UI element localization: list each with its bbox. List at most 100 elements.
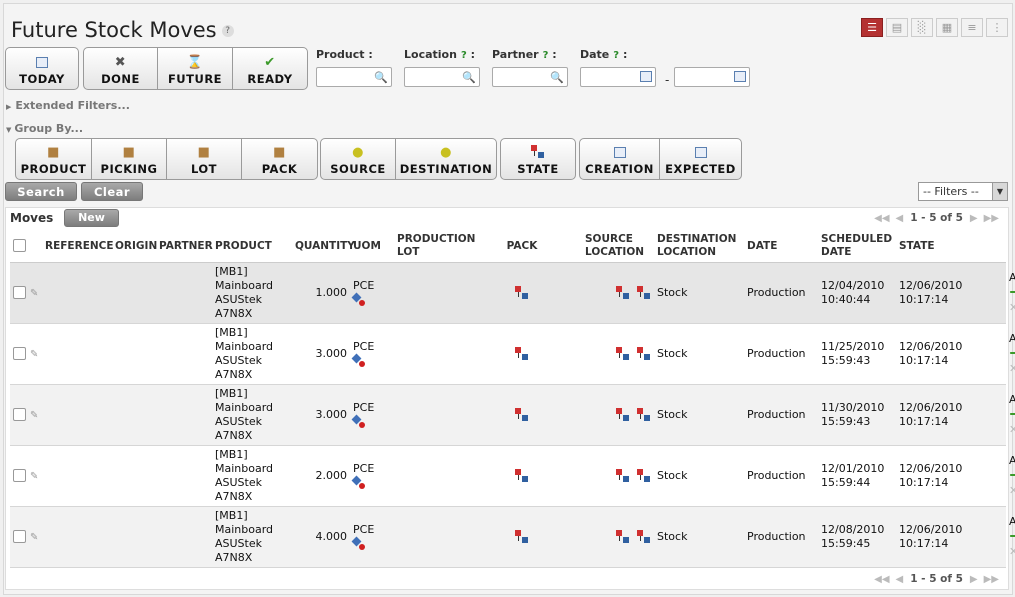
- group-by-expected-button[interactable]: EXPECTED: [660, 139, 741, 179]
- edit-icon[interactable]: ✎: [30, 532, 38, 543]
- process-arrow-icon[interactable]: ➜: [1009, 404, 1015, 423]
- col-product[interactable]: PRODUCT: [212, 230, 292, 263]
- move-icon[interactable]: [616, 347, 630, 361]
- last-page-icon[interactable]: ▶▶: [984, 574, 999, 585]
- group-by-destination-button[interactable]: ● DESTINATION: [396, 139, 496, 179]
- col-partner[interactable]: PARTNER: [156, 230, 213, 263]
- group-by-picking-button[interactable]: ■ PICKING: [92, 139, 167, 179]
- col-scheduled-date[interactable]: SCHEDULED DATE: [818, 230, 896, 263]
- change-uom-icon[interactable]: [351, 414, 367, 429]
- group-by-state-button[interactable]: STATE: [501, 139, 575, 179]
- delete-icon[interactable]: ✕: [1009, 362, 1015, 375]
- col-state[interactable]: STATE: [896, 230, 1006, 263]
- location-search-input[interactable]: 🔍: [404, 67, 480, 87]
- process-arrow-icon[interactable]: ➜: [1009, 465, 1015, 484]
- delete-icon[interactable]: ✕: [1009, 301, 1015, 314]
- row-select[interactable]: ✎: [10, 384, 42, 446]
- move-icon[interactable]: [515, 530, 529, 544]
- extended-filters-toggle[interactable]: ▶ Extended Filters...: [6, 99, 130, 112]
- edit-icon[interactable]: ✎: [30, 288, 38, 299]
- future-filter-button[interactable]: ⌛ FUTURE: [158, 48, 233, 89]
- move-icon[interactable]: [616, 286, 630, 300]
- prev-page-icon[interactable]: ◀: [896, 574, 904, 585]
- row-select[interactable]: ✎: [10, 445, 42, 507]
- col-quantity[interactable]: QUANTITY: [292, 230, 355, 263]
- move-icon[interactable]: [616, 469, 630, 483]
- col-uom[interactable]: UOM: [350, 230, 394, 263]
- row-checkbox[interactable]: [13, 347, 26, 360]
- col-reference[interactable]: REFERENCE: [42, 230, 114, 263]
- edit-icon[interactable]: ✎: [30, 471, 38, 482]
- row-checkbox[interactable]: [13, 530, 26, 543]
- move-icon[interactable]: [515, 347, 529, 361]
- move-icon[interactable]: [515, 286, 529, 300]
- date-from-input[interactable]: [580, 67, 656, 87]
- calendar-icon[interactable]: [640, 71, 652, 82]
- move-icon[interactable]: [637, 469, 651, 483]
- delete-icon[interactable]: ✕: [1009, 545, 1015, 558]
- delete-icon[interactable]: ✕: [1009, 423, 1015, 436]
- col-date[interactable]: DATE: [744, 230, 818, 263]
- calendar-view-button[interactable]: ▦: [936, 18, 958, 37]
- col-origin[interactable]: ORIGIN: [112, 230, 157, 263]
- col-destination-location[interactable]: DESTINATION LOCATION: [654, 230, 744, 263]
- change-uom-icon[interactable]: [351, 475, 367, 490]
- move-icon[interactable]: [637, 286, 651, 300]
- row-checkbox[interactable]: [13, 469, 26, 482]
- form-view-button[interactable]: ▤: [886, 18, 908, 37]
- next-page-icon[interactable]: ▶: [970, 213, 978, 224]
- move-icon[interactable]: [616, 530, 630, 544]
- partner-search-input[interactable]: 🔍: [492, 67, 568, 87]
- help-icon[interactable]: ?: [221, 25, 234, 37]
- change-uom-icon[interactable]: [351, 353, 367, 368]
- process-arrow-icon[interactable]: ➜: [1009, 343, 1015, 362]
- group-by-pack-button[interactable]: ■ PACK: [242, 139, 317, 179]
- process-arrow-icon[interactable]: ➜: [1009, 282, 1015, 301]
- table-row[interactable]: ✎ [MB1] Mainboard ASUStek A7N8X 4.000 PCE Stoc…: [10, 506, 1015, 568]
- filters-select[interactable]: -- Filters -- ▼: [918, 182, 1008, 201]
- first-page-icon[interactable]: ◀◀: [874, 574, 889, 585]
- last-page-icon[interactable]: ▶▶: [984, 213, 999, 224]
- ready-filter-button[interactable]: ✔ READY: [233, 48, 307, 89]
- table-row[interactable]: ✎ [MB1] Mainboard ASUStek A7N8X 3.000 PCE Stoc…: [10, 323, 1015, 385]
- group-by-source-button[interactable]: ● SOURCE: [321, 139, 396, 179]
- process-arrow-icon[interactable]: ➜: [1009, 526, 1015, 545]
- grid-view-button[interactable]: ⋮: [986, 18, 1008, 37]
- edit-icon[interactable]: ✎: [30, 410, 38, 421]
- gantt-view-button[interactable]: ≡: [961, 18, 983, 37]
- row-select[interactable]: ✎: [10, 506, 42, 568]
- move-icon[interactable]: [637, 530, 651, 544]
- move-icon[interactable]: [515, 408, 529, 422]
- change-uom-icon[interactable]: [351, 292, 367, 307]
- graph-view-button[interactable]: ░: [911, 18, 933, 37]
- col-production-lot[interactable]: PRODUCTION LOT: [394, 230, 475, 263]
- done-filter-button[interactable]: ✖ DONE: [84, 48, 158, 89]
- help-icon[interactable]: ?: [613, 50, 619, 61]
- date-to-input[interactable]: [674, 67, 750, 87]
- group-by-creation-button[interactable]: CREATION: [580, 139, 660, 179]
- next-page-icon[interactable]: ▶: [970, 574, 978, 585]
- row-select[interactable]: ✎: [10, 323, 42, 385]
- prev-page-icon[interactable]: ◀: [896, 213, 904, 224]
- first-page-icon[interactable]: ◀◀: [874, 213, 889, 224]
- edit-icon[interactable]: ✎: [30, 349, 38, 360]
- group-by-lot-button[interactable]: ■ LOT: [167, 139, 242, 179]
- help-icon[interactable]: ?: [543, 50, 549, 61]
- col-source-location[interactable]: SOURCE LOCATION: [582, 230, 654, 263]
- move-icon[interactable]: [616, 408, 630, 422]
- calendar-icon[interactable]: [734, 71, 746, 82]
- change-uom-icon[interactable]: [351, 536, 367, 551]
- help-icon[interactable]: ?: [461, 50, 467, 61]
- row-select[interactable]: ✎: [10, 262, 42, 324]
- search-button[interactable]: Search: [5, 182, 77, 201]
- table-row[interactable]: ✎ [MB1] Mainboard ASUStek A7N8X 2.000 PCE Stoc…: [10, 445, 1015, 507]
- group-by-toggle[interactable]: ▼ Group By...: [6, 122, 83, 135]
- today-filter-button[interactable]: TODAY: [6, 48, 78, 89]
- move-icon[interactable]: [637, 408, 651, 422]
- select-all-checkbox[interactable]: [10, 230, 42, 263]
- clear-button[interactable]: Clear: [81, 182, 143, 201]
- delete-icon[interactable]: ✕: [1009, 484, 1015, 497]
- list-view-button[interactable]: ☰: [861, 18, 883, 37]
- table-row[interactable]: ✎ [MB1] Mainboard ASUStek A7N8X 3.000 PCE Stoc…: [10, 384, 1015, 446]
- product-search-input[interactable]: 🔍: [316, 67, 392, 87]
